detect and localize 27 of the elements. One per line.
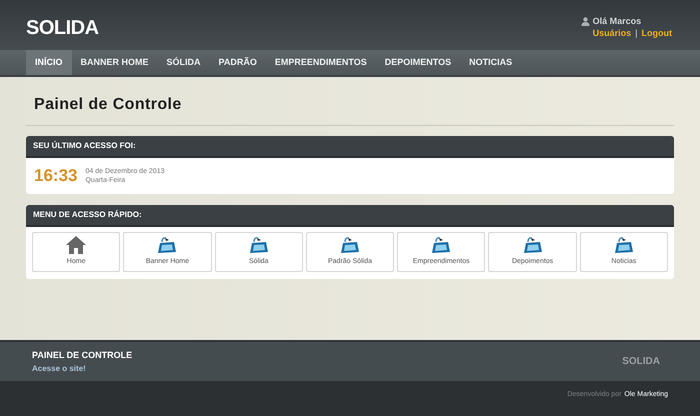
tablet-icon (157, 236, 178, 254)
nav-tab[interactable]: NOTICIAS (460, 50, 522, 75)
nav-tab[interactable]: BANNER HOME (72, 50, 158, 75)
tablet-icon (614, 236, 634, 254)
user-icon (580, 16, 590, 26)
nav-tab[interactable]: EMPREENDIMENTOS (266, 50, 376, 75)
nav-tab[interactable]: PADRÃO (210, 50, 266, 75)
tablet-icon (431, 236, 452, 254)
footer-brand: SOLIDA (622, 355, 660, 369)
footer-title: PAINEL DE CONTROLE (32, 348, 132, 362)
tablet-icon (522, 236, 543, 254)
nav-tab[interactable]: SÓLIDA (158, 50, 210, 75)
house-icon (66, 236, 86, 254)
greeting-text: Olá Marcos (592, 15, 642, 27)
site-logo: SOLIDA (26, 16, 99, 41)
header-link[interactable]: Usuários (592, 27, 632, 39)
tablet-icon (248, 236, 269, 254)
tablet-icon (340, 236, 360, 254)
panel-title: SEU ÚLTIMO ACESSO FOI: (33, 140, 136, 152)
separator-text: | (635, 27, 638, 39)
panel-title: MENU DE ACESSO RÁPIDO: (33, 209, 142, 221)
nav-tab[interactable]: DEPOIMENTOS (376, 50, 460, 75)
header-link[interactable]: Logout (642, 27, 672, 39)
site-link[interactable]: Acesse o site! (32, 362, 132, 374)
page-title: Painel de Controle (34, 95, 183, 115)
access-time: 16:33 (34, 165, 78, 188)
nav-tab[interactable]: INÍCIO (26, 50, 72, 75)
